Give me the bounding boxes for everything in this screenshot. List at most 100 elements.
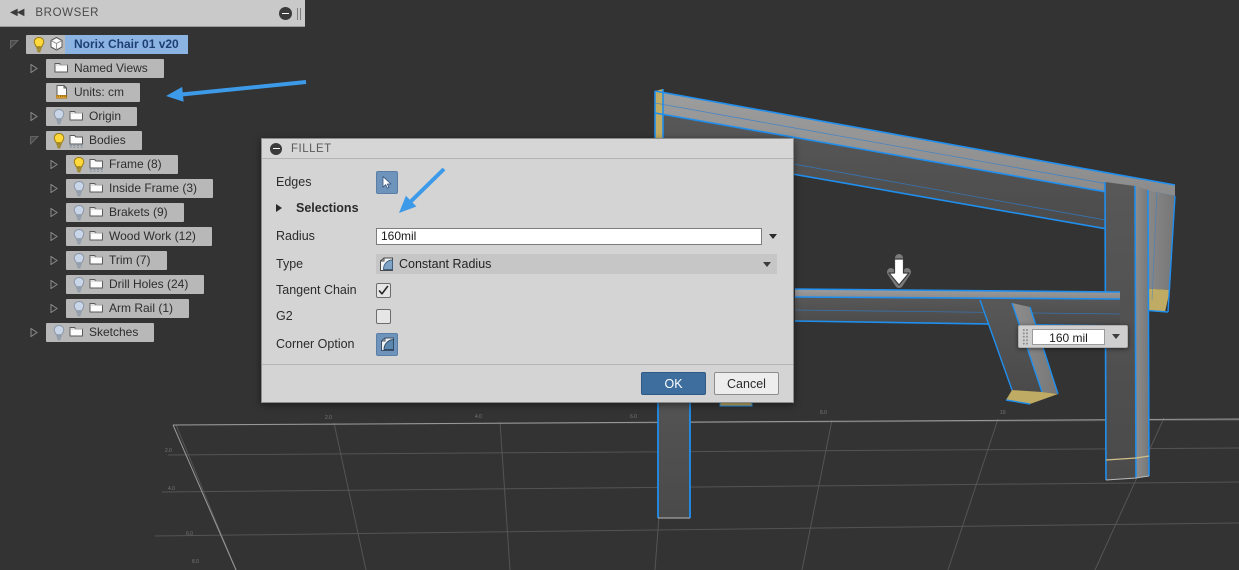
- tree-twisty[interactable]: [48, 200, 60, 224]
- visibility-toggle[interactable]: [71, 228, 87, 245]
- browser-tree-item[interactable]: Inside Frame (3): [0, 176, 305, 200]
- lightbulb-off-icon[interactable]: [71, 276, 87, 293]
- tree-twisty[interactable]: [48, 152, 60, 176]
- type-select[interactable]: Constant Radius: [376, 254, 777, 274]
- floating-radius-value[interactable]: 160 mil: [1032, 328, 1105, 345]
- row-tangent-chain[interactable]: Tangent Chain: [276, 277, 777, 303]
- visibility-toggle[interactable]: [51, 108, 67, 125]
- twisty-collapsed-icon[interactable]: [50, 255, 59, 265]
- tree-item-chip[interactable]: Arm Rail (1): [66, 298, 190, 318]
- radius-input[interactable]: [376, 227, 762, 245]
- lightbulb-on-icon[interactable]: [31, 36, 47, 53]
- tree-twisty[interactable]: [28, 320, 40, 344]
- row-radius[interactable]: Radius: [276, 221, 777, 251]
- browser-tree[interactable]: Norix Chair 01 v20 Named Views Units: cm Or…: [0, 27, 305, 344]
- twisty-expanded-icon[interactable]: [29, 135, 39, 145]
- lightbulb-on-icon[interactable]: [51, 132, 67, 149]
- row-type[interactable]: Type Constant Radius: [276, 251, 777, 277]
- tree-twisty[interactable]: [8, 32, 20, 56]
- tree-item-chip[interactable]: Drill Holes (24): [66, 274, 205, 294]
- minus-circle-icon[interactable]: [270, 142, 282, 155]
- twisty-expanded-icon[interactable]: [9, 39, 19, 49]
- twisty-collapsed-icon[interactable]: [50, 183, 59, 193]
- lightbulb-off-icon[interactable]: [51, 324, 67, 341]
- visibility-toggle[interactable]: [71, 300, 87, 317]
- browser-tree-item[interactable]: Bodies: [0, 128, 305, 152]
- double-left-chevron-icon[interactable]: ◀◀: [10, 8, 24, 18]
- twisty-collapsed-icon[interactable]: [50, 159, 59, 169]
- tree-twisty[interactable]: [48, 176, 60, 200]
- tree-twisty[interactable]: [48, 224, 60, 248]
- triangle-right-icon[interactable]: [276, 204, 290, 212]
- browser-panel[interactable]: ◀◀ BROWSER Norix Chair 01 v20 Named Views…: [0, 0, 305, 344]
- ok-button[interactable]: OK: [641, 372, 706, 395]
- twisty-collapsed-icon[interactable]: [50, 207, 59, 217]
- g2-checkbox[interactable]: [376, 308, 391, 324]
- visibility-toggle[interactable]: [71, 156, 87, 173]
- tangent-chain-checkbox[interactable]: [376, 282, 391, 298]
- browser-tree-item[interactable]: Origin: [0, 104, 305, 128]
- lightbulb-off-icon[interactable]: [71, 204, 87, 221]
- tree-item-chip[interactable]: Named Views: [46, 58, 164, 78]
- browser-tree-item[interactable]: Arm Rail (1): [0, 296, 305, 320]
- panel-grip-icon[interactable]: [297, 7, 301, 20]
- visibility-toggle[interactable]: [71, 276, 87, 293]
- visibility-toggle[interactable]: [71, 180, 87, 197]
- tree-item-chip[interactable]: Frame (8): [66, 154, 178, 174]
- row-corner-option[interactable]: Corner Option: [276, 329, 777, 359]
- row-selections[interactable]: Selections: [276, 195, 777, 221]
- twisty-collapsed-icon[interactable]: [30, 111, 39, 121]
- tree-twisty[interactable]: [28, 128, 40, 152]
- browser-tree-item[interactable]: Frame (8): [0, 152, 305, 176]
- visibility-toggle[interactable]: [31, 36, 47, 53]
- floating-radius-input-group[interactable]: 160 mil: [1018, 325, 1128, 348]
- tree-twisty[interactable]: [48, 248, 60, 272]
- select-cursor-icon[interactable]: [376, 170, 398, 194]
- browser-tree-item[interactable]: Sketches: [0, 320, 305, 344]
- tree-item-chip[interactable]: Wood Work (12): [66, 226, 212, 246]
- tree-twisty[interactable]: [48, 296, 60, 320]
- browser-tree-item[interactable]: Drill Holes (24): [0, 272, 305, 296]
- tree-item-chip[interactable]: Units: cm: [46, 82, 141, 102]
- tree-item-chip[interactable]: Inside Frame (3): [66, 178, 214, 198]
- tree-twisty[interactable]: [28, 56, 40, 80]
- browser-tree-item[interactable]: Norix Chair 01 v20: [0, 32, 305, 56]
- lightbulb-on-icon[interactable]: [71, 156, 87, 173]
- lightbulb-off-icon[interactable]: [71, 180, 87, 197]
- tree-item-chip[interactable]: Trim (7): [66, 250, 167, 270]
- tree-item-chip[interactable]: Brakets (9): [66, 202, 184, 222]
- lightbulb-off-icon[interactable]: [71, 228, 87, 245]
- cancel-button[interactable]: Cancel: [714, 372, 779, 395]
- browser-tree-item[interactable]: Units: cm: [0, 80, 305, 104]
- lightbulb-off-icon[interactable]: [71, 252, 87, 269]
- twisty-collapsed-icon[interactable]: [50, 279, 59, 289]
- tree-twisty[interactable]: [48, 272, 60, 296]
- chevron-down-icon[interactable]: [763, 261, 771, 267]
- twisty-collapsed-icon[interactable]: [50, 231, 59, 241]
- visibility-toggle[interactable]: [71, 252, 87, 269]
- lightbulb-off-icon[interactable]: [71, 300, 87, 317]
- visibility-toggle[interactable]: [71, 204, 87, 221]
- lightbulb-off-icon[interactable]: [51, 108, 67, 125]
- row-g2[interactable]: G2: [276, 303, 777, 329]
- browser-tree-item[interactable]: Brakets (9): [0, 200, 305, 224]
- twisty-collapsed-icon[interactable]: [30, 327, 39, 337]
- tree-item-chip[interactable]: Norix Chair 01 v20: [26, 34, 188, 54]
- browser-tree-item[interactable]: Trim (7): [0, 248, 305, 272]
- fillet-corner-option-icon[interactable]: [376, 332, 398, 356]
- browser-tree-item[interactable]: Wood Work (12): [0, 224, 305, 248]
- browser-tree-item[interactable]: Named Views: [0, 56, 305, 80]
- fillet-dialog-titlebar[interactable]: FILLET: [262, 139, 793, 159]
- visibility-toggle[interactable]: [51, 132, 67, 149]
- tree-item-chip[interactable]: Bodies: [46, 130, 142, 150]
- tree-item-chip[interactable]: Origin: [46, 106, 138, 126]
- tree-item-chip[interactable]: Sketches: [46, 322, 155, 342]
- visibility-toggle[interactable]: [51, 324, 67, 341]
- minus-circle-icon[interactable]: [279, 7, 292, 20]
- tree-twisty[interactable]: [28, 104, 40, 128]
- chevron-down-icon[interactable]: [1112, 334, 1120, 339]
- fillet-dialog[interactable]: FILLET Edges Selections Radius 160mil Ty…: [261, 138, 794, 403]
- twisty-collapsed-icon[interactable]: [50, 303, 59, 313]
- chevron-down-icon[interactable]: [769, 233, 777, 239]
- twisty-collapsed-icon[interactable]: [30, 63, 39, 73]
